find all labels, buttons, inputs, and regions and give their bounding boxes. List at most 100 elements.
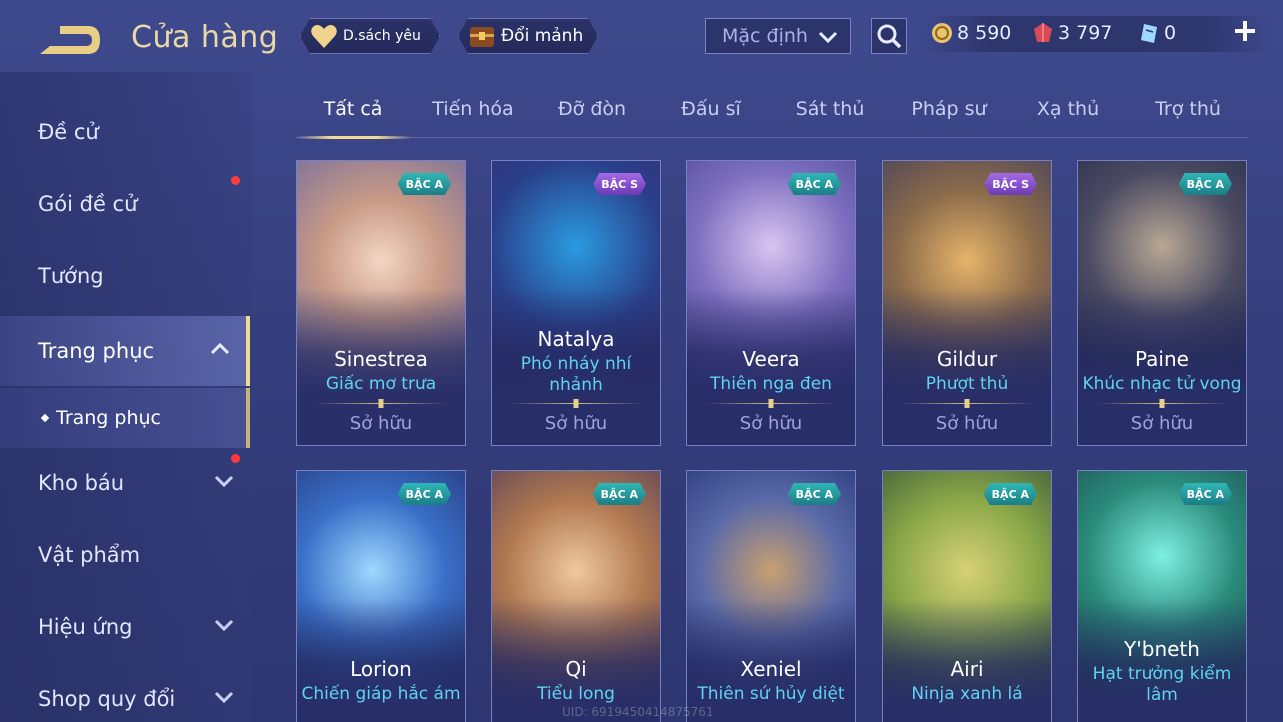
skin-name: Hạt trưởng kiểm lâm	[1092, 664, 1232, 705]
owned-status: Sở hữu	[935, 413, 999, 434]
sidebar-item-label: Gói đề cử	[38, 192, 138, 216]
sidebar-item-label: Tướng	[38, 264, 104, 288]
role-filter-tabs: Tất cả Tiến hóa Đỡ đòn Đấu sĩ Sát thủ Ph…	[296, 86, 1249, 139]
skin-grid: BẬC A Sinestrea Giấc mơ trưa Sở hữu BẬC …	[296, 160, 1250, 722]
divider	[315, 399, 447, 408]
skin-name: Ninja xanh lá	[911, 684, 1023, 704]
heart-icon	[309, 21, 339, 51]
owned-status: Sở hữu	[739, 413, 803, 434]
exchange-label: Đổi mảnh	[501, 26, 584, 46]
sidebar-item-items[interactable]: Vật phẩm	[0, 523, 250, 587]
voucher-icon	[1141, 24, 1157, 43]
tab-fighter[interactable]: Đấu sĩ	[681, 98, 741, 120]
skin-card[interactable]: BẬC A Paine Khúc nhạc tử vong Sở hữu	[1077, 160, 1247, 446]
skin-name: Phượt thủ	[925, 374, 1009, 394]
skin-name: Thiên sứ hủy diệt	[697, 684, 845, 704]
add-currency-button[interactable]	[1232, 20, 1258, 48]
owned-status: Sở hữu	[349, 413, 413, 434]
wishlist-button[interactable]: D.sách yêu	[300, 18, 440, 54]
tab-assassin[interactable]: Sát thủ	[796, 98, 865, 120]
sidebar-item-treasure[interactable]: Kho báu	[0, 451, 250, 515]
skin-card[interactable]: BẬC A Sinestrea Giấc mơ trưa Sở hữu	[296, 160, 466, 446]
sidebar-item-label: Đề cử	[38, 120, 99, 144]
sidebar-item-recommended[interactable]: Đề cử	[0, 100, 250, 164]
owned-status: Sở hữu	[1130, 413, 1194, 434]
skin-card[interactable]: BẬC A Veera Thiên nga đen Sở hữu	[686, 160, 856, 446]
tab-support[interactable]: Trợ thủ	[1155, 98, 1221, 120]
tab-all[interactable]: Tất cả	[324, 98, 383, 120]
skin-card[interactable]: BẬC S Natalya Phó nháy nhí nhảnh Sở hữu	[491, 160, 661, 446]
skin-card[interactable]: BẬC A Lorion Chiến giáp hắc ám	[296, 470, 466, 722]
skin-name: Phó nháy nhí nhảnh	[520, 354, 632, 395]
top-bar: Cửa hàng D.sách yêu Đổi mảnh Mặc định 8 …	[0, 0, 1283, 72]
sidebar-item-label: Shop quy đổi	[38, 687, 176, 711]
skin-card[interactable]: BẬC S Gildur Phượt thủ Sở hữu	[882, 160, 1052, 446]
tab-marksman[interactable]: Xạ thủ	[1037, 98, 1099, 120]
treasure-chest-icon	[467, 21, 497, 51]
sidebar-subitem-skins[interactable]: Trang phục	[0, 388, 250, 448]
tier-badge: BẬC A	[593, 483, 646, 505]
sidebar-item-skins[interactable]: Trang phục	[0, 316, 250, 386]
hero-name: Paine	[1135, 347, 1189, 371]
sidebar-item-label: Trang phục	[38, 339, 155, 363]
bullet-icon	[40, 413, 50, 423]
tier-badge: BẬC A	[788, 483, 841, 505]
owned-status: Sở hữu	[544, 413, 608, 434]
gold-currency: 8 590	[931, 22, 1011, 44]
chevron-down-icon	[214, 619, 234, 632]
skin-card[interactable]: BẬC A Xeniel Thiên sứ hủy diệt	[686, 470, 856, 722]
skin-card[interactable]: BẬC A Qi Tiểu long	[491, 470, 661, 722]
search-button[interactable]	[871, 18, 907, 54]
chevron-down-icon	[818, 31, 838, 44]
hero-name: Xeniel	[740, 657, 802, 681]
hero-name: Qi	[565, 657, 587, 681]
sidebar-item-effects[interactable]: Hiệu ứng	[0, 595, 250, 659]
tier-badge: BẬC A	[984, 483, 1037, 505]
sidebar-item-recommended-bundles[interactable]: Gói đề cử	[0, 172, 250, 236]
sort-dropdown[interactable]: Mặc định	[705, 18, 851, 54]
tab-mage[interactable]: Pháp sư	[911, 98, 986, 120]
hero-name: Veera	[742, 347, 800, 371]
chevron-down-icon	[214, 691, 234, 704]
skin-card[interactable]: BẬC A Y'bneth Hạt trưởng kiểm lâm	[1077, 470, 1247, 722]
wishlist-label: D.sách yêu	[343, 28, 421, 44]
player-uid: UID: 6919450414875761	[562, 705, 714, 719]
sidebar: Đề cử Gói đề cử Tướng Trang phục Trang p…	[0, 72, 252, 722]
voucher-currency: 0	[1138, 22, 1176, 44]
gold-coin-icon	[932, 23, 952, 43]
plus-icon	[1235, 21, 1255, 41]
hero-name: Gildur	[936, 347, 998, 371]
active-tab-indicator	[296, 136, 412, 139]
exchange-fragments-button[interactable]: Đổi mảnh	[458, 18, 598, 54]
skin-name: Chiến giáp hắc ám	[301, 684, 461, 704]
sidebar-item-label: Vật phẩm	[38, 543, 141, 567]
gold-amount: 8 590	[957, 22, 1012, 44]
tier-badge: BẬC A	[788, 173, 841, 195]
tab-tank[interactable]: Đỡ đòn	[558, 98, 626, 120]
divider	[510, 399, 642, 408]
ruby-icon	[1034, 23, 1052, 42]
divider	[1096, 399, 1228, 408]
sidebar-item-heroes[interactable]: Tướng	[0, 244, 250, 308]
skin-name: Giấc mơ trưa	[325, 374, 437, 394]
sidebar-item-label: Hiệu ứng	[38, 615, 133, 639]
divider	[901, 399, 1033, 408]
chevron-up-icon	[210, 342, 230, 355]
sidebar-item-exchange-shop[interactable]: Shop quy đổi	[0, 667, 250, 722]
voucher-amount: 0	[1164, 22, 1177, 44]
back-arrow-icon	[40, 26, 100, 54]
hero-name: Sinestrea	[334, 347, 428, 371]
skin-name: Khúc nhạc tử vong	[1082, 374, 1242, 394]
notification-dot	[231, 454, 240, 463]
ruby-amount: 3 797	[1058, 22, 1113, 44]
hero-name: Natalya	[537, 327, 615, 351]
hero-name: Airi	[950, 657, 984, 681]
sort-selected-value: Mặc định	[722, 25, 808, 47]
tab-evolution[interactable]: Tiến hóa	[432, 98, 513, 120]
skin-card[interactable]: BẬC A Airi Ninja xanh lá	[882, 470, 1052, 722]
chevron-down-icon	[214, 475, 234, 488]
tier-badge: BẬC S	[593, 173, 646, 195]
back-button[interactable]	[36, 20, 106, 60]
hero-name: Y'bneth	[1124, 637, 1200, 661]
page-title: Cửa hàng	[131, 20, 279, 55]
